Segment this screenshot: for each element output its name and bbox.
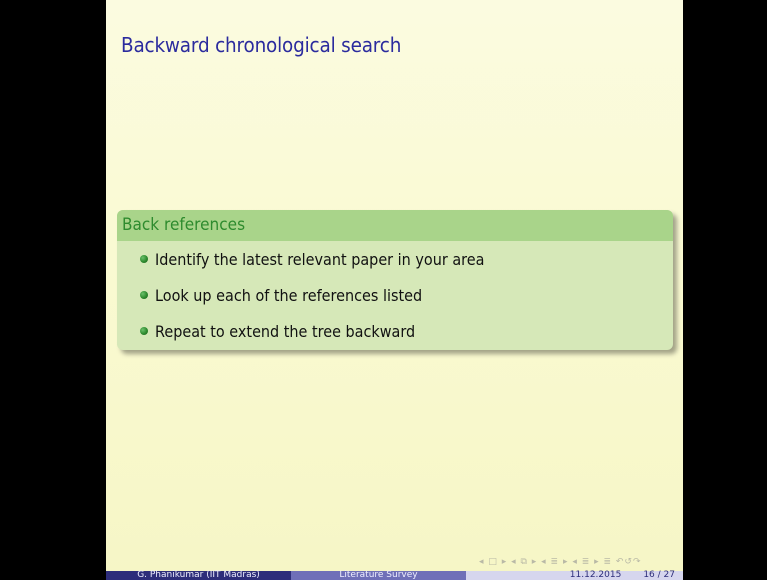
block-heading: Back references — [117, 210, 673, 241]
bullet-icon — [140, 291, 148, 299]
list-item: Identify the latest relevant paper in yo… — [117, 246, 673, 282]
footer-meta: 11.12.2015 16 / 27 — [466, 571, 683, 580]
footer-page-number: 16 / 27 — [643, 570, 675, 580]
list-item-text: Identify the latest relevant paper in yo… — [155, 250, 485, 269]
block-heading-text: Back references — [122, 215, 246, 235]
footer-talk-title: Literature Survey — [291, 571, 466, 580]
list-item: Look up each of the references listed — [117, 282, 673, 318]
bullet-icon — [140, 255, 148, 263]
bullet-icon — [140, 327, 148, 335]
back-references-block: Back references Identify the latest rele… — [117, 210, 673, 350]
block-body: Identify the latest relevant paper in yo… — [117, 241, 673, 350]
footer-date: 11.12.2015 — [569, 570, 622, 580]
list-item-text: Look up each of the references listed — [155, 286, 423, 305]
navigation-controls[interactable]: ◂ □ ▸ ◂ ⧉ ▸ ◂ ≣ ▸ ◂ ≣ ▸ ≣ ↶↺↷ — [479, 557, 642, 567]
footer-bar: G. Phanikumar (IIT Madras) Literature Su… — [106, 571, 683, 580]
list-item-text: Repeat to extend the tree backward — [155, 322, 416, 341]
list-item: Repeat to extend the tree backward — [117, 318, 673, 350]
slide-title: Backward chronological search — [121, 33, 402, 57]
slide: Backward chronological search Back refer… — [106, 0, 683, 580]
footer-author: G. Phanikumar (IIT Madras) — [106, 571, 291, 580]
